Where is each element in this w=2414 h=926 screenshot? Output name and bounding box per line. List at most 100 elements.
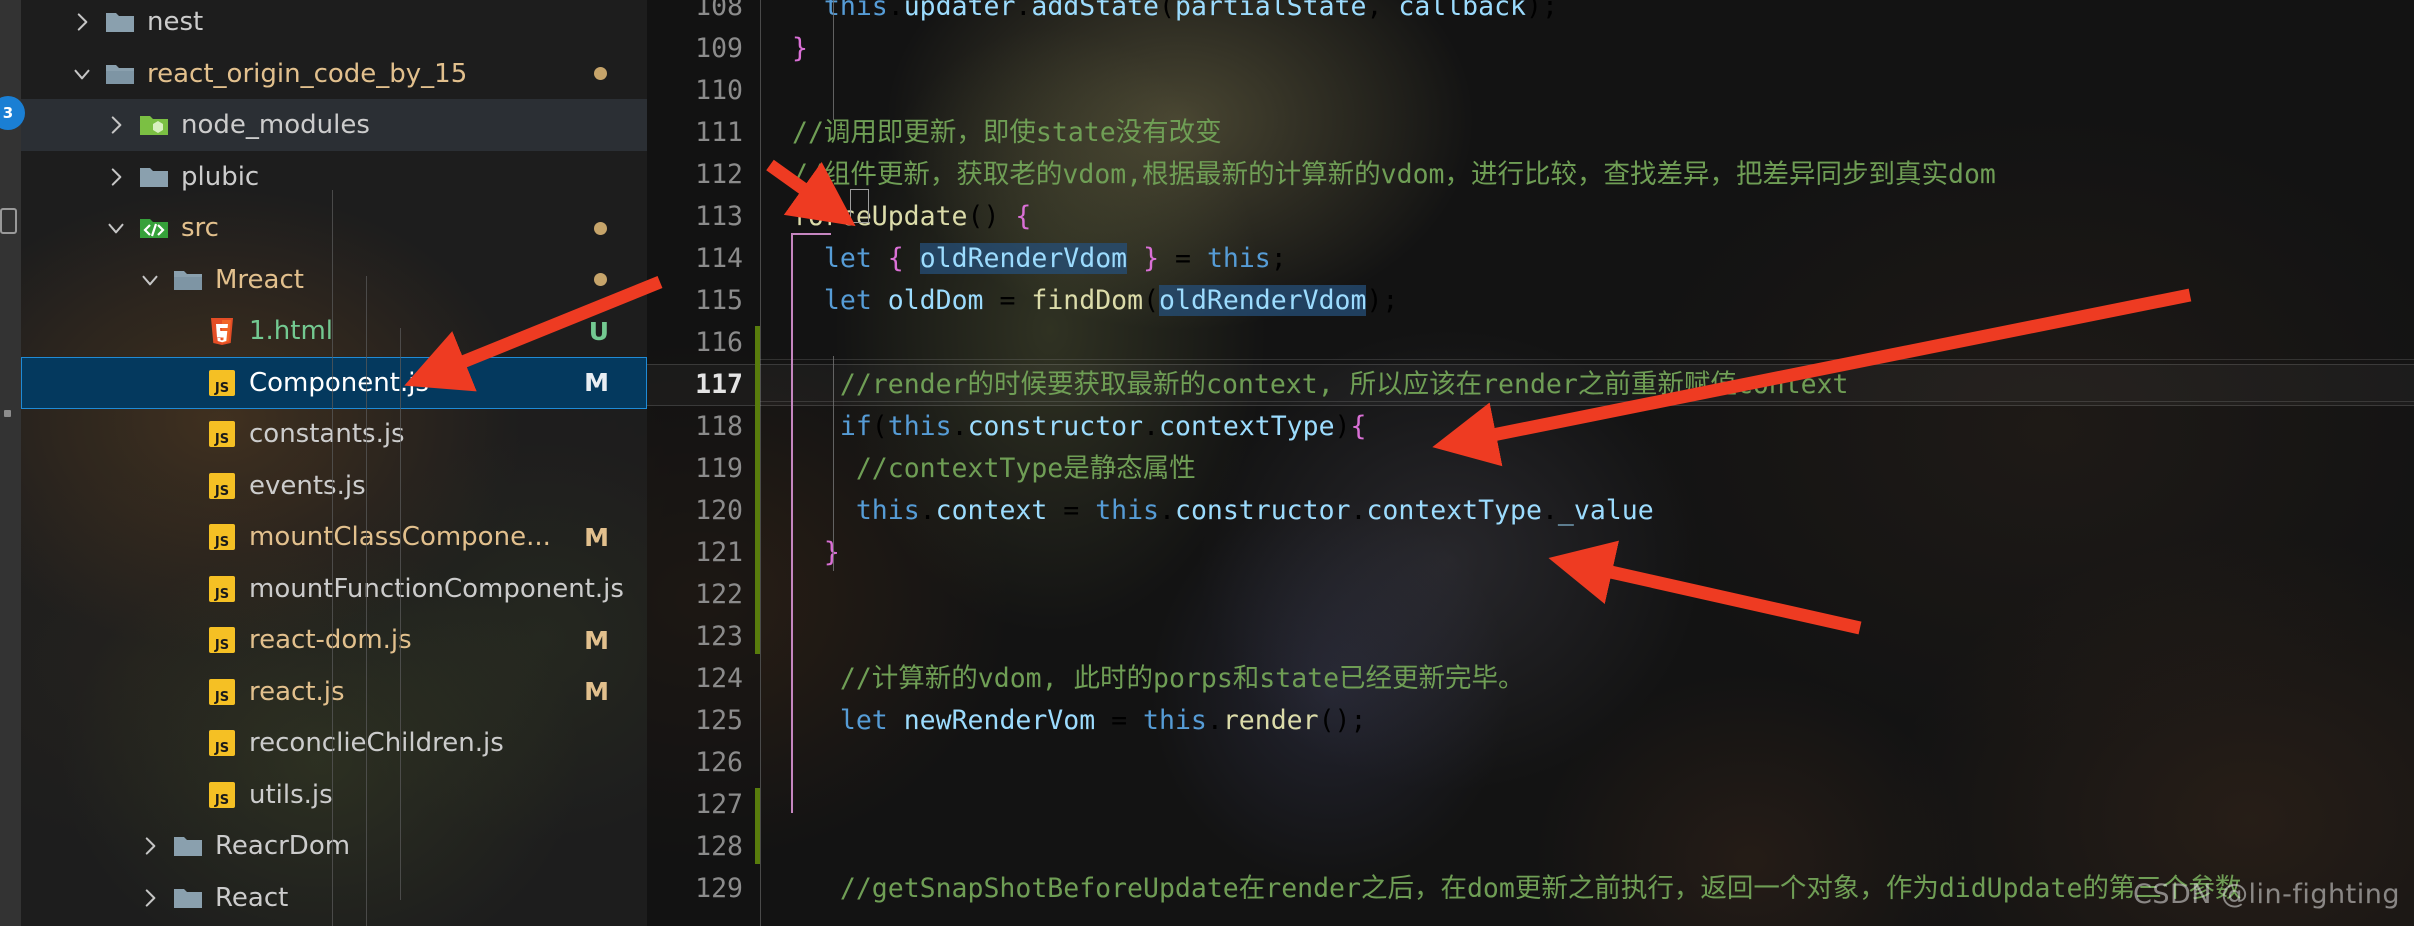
chevron-right-icon[interactable] — [137, 833, 163, 859]
extensions-icon[interactable] — [0, 208, 17, 234]
code-lines[interactable]: 108 this.updater.addState(partialState, … — [647, 0, 2414, 926]
svg-text:JS: JS — [214, 484, 229, 499]
line-number[interactable]: 115 — [647, 280, 743, 322]
file-tree-file[interactable]: JS Component.js M — [21, 356, 647, 409]
code-line[interactable]: 121 } — [647, 532, 2414, 574]
chevron-down-icon[interactable] — [103, 215, 129, 241]
file-tree-file[interactable]: JS reconclieChildren.js — [21, 717, 647, 769]
code-line[interactable]: 128 — [647, 826, 2414, 868]
line-number[interactable]: 111 — [647, 112, 743, 154]
code-line[interactable]: 115 let oldDom = findDom(oldRenderVdom); — [647, 280, 2414, 322]
file-tree-folder[interactable]: Mreact — [21, 254, 647, 306]
code-line[interactable]: 124 //计算新的vdom, 此时的porps和state已经更新完毕。 — [647, 658, 2414, 700]
line-number[interactable]: 114 — [647, 238, 743, 280]
chevron-right-icon[interactable] — [103, 112, 129, 138]
matching-bracket-highlight — [850, 189, 869, 223]
file-tree-folder[interactable]: react_origin_code_by_15 — [21, 48, 647, 100]
code-line[interactable]: 108 this.updater.addState(partialState, … — [647, 0, 2414, 28]
code-line[interactable]: 123 — [647, 616, 2414, 658]
code-line-text: //contextType是静态属性 — [855, 453, 1196, 484]
svg-text:JS: JS — [214, 741, 229, 756]
line-number[interactable]: 110 — [647, 70, 743, 112]
code-line-text: let newRenderVom = this.render(); — [839, 705, 1367, 736]
line-number[interactable]: 119 — [647, 448, 743, 490]
chevron-right-icon[interactable] — [103, 164, 129, 190]
line-number[interactable]: 117 — [647, 364, 743, 406]
file-status-badge: M — [584, 368, 609, 397]
explorer-sidebar[interactable]: nest react_origin_code_by_15 node_modulesp… — [21, 0, 647, 926]
chevron-down-icon[interactable] — [69, 61, 95, 87]
code-line[interactable]: 112 //组件更新，获取老的vdom,根据最新的计算新的vdom，进行比较，查找… — [647, 154, 2414, 196]
code-line[interactable]: 119 //contextType是静态属性 — [647, 448, 2414, 490]
line-number[interactable]: 127 — [647, 784, 743, 826]
activity-bar[interactable]: 3 — [0, 0, 25, 926]
js-icon: JS — [206, 624, 238, 656]
code-editor[interactable]: 108 this.updater.addState(partialState, … — [647, 0, 2414, 926]
file-tree-file[interactable]: JS utils.js — [21, 769, 647, 821]
file-tree-item-label: react_origin_code_by_15 — [147, 58, 468, 89]
line-number[interactable]: 118 — [647, 406, 743, 448]
code-line-text: //render的时候要获取最新的context, 所以应该在render之前重… — [839, 369, 1849, 400]
code-line[interactable]: 120 this.context = this.constructor.cont… — [647, 490, 2414, 532]
tree-indent-guide-2 — [400, 328, 401, 900]
file-tree-item-label: reconclieChildren.js — [249, 728, 504, 758]
chevron-right-icon[interactable] — [137, 885, 163, 911]
svg-text:JS: JS — [214, 432, 229, 447]
code-line[interactable]: 125 let newRenderVom = this.render(); — [647, 700, 2414, 742]
folder-open-icon — [172, 264, 204, 296]
code-line[interactable]: 109} — [647, 28, 2414, 70]
file-tree-folder[interactable]: React — [21, 872, 647, 924]
line-number[interactable]: 112 — [647, 154, 743, 196]
code-line[interactable]: 110 — [647, 70, 2414, 112]
line-number[interactable]: 122 — [647, 574, 743, 616]
line-number[interactable]: 113 — [647, 196, 743, 238]
vscode-window: 3 nest react_origin_code_by_15 node_module… — [0, 0, 2414, 926]
line-number[interactable]: 128 — [647, 826, 743, 868]
watermark-text: CSDN @lin-fighting — [2132, 879, 2400, 910]
file-tree-folder[interactable]: src — [21, 202, 647, 254]
file-tree-file[interactable]: JS events.js — [21, 460, 647, 512]
folder-open-icon — [104, 58, 136, 90]
line-number[interactable]: 129 — [647, 868, 743, 910]
line-number[interactable]: 121 — [647, 532, 743, 574]
code-line-text: //组件更新，获取老的vdom,根据最新的计算新的vdom，进行比较，查找差异，… — [792, 159, 1996, 190]
file-tree-folder[interactable]: nest — [21, 0, 647, 48]
chevron-down-icon[interactable] — [137, 267, 163, 293]
file-tree-file[interactable]: JS mountClassCompone... M — [21, 511, 647, 563]
file-tree-item-label: 1.html — [249, 316, 334, 346]
code-line[interactable]: 122 — [647, 574, 2414, 616]
file-tree-file[interactable]: JS react-dom.js M — [21, 614, 647, 666]
code-line[interactable]: 118 if(this.constructor.contextType){ — [647, 406, 2414, 448]
svg-text:JS: JS — [214, 587, 229, 602]
file-tree-folder[interactable]: plubic — [21, 151, 647, 203]
file-tree[interactable]: nest react_origin_code_by_15 node_modulesp… — [21, 0, 647, 926]
node-modules-icon — [138, 109, 170, 141]
file-tree-file[interactable]: 1.html U — [21, 305, 647, 357]
file-tree-item-label: plubic — [181, 161, 260, 192]
code-line[interactable]: 117 //render的时候要获取最新的context, 所以应该在rende… — [647, 364, 2414, 406]
code-line[interactable]: 116 — [647, 322, 2414, 364]
code-line[interactable]: 126 — [647, 742, 2414, 784]
line-number[interactable]: 108 — [647, 0, 743, 28]
file-tree-file[interactable]: JS constants.js — [21, 408, 647, 460]
line-number[interactable]: 126 — [647, 742, 743, 784]
line-number[interactable]: 120 — [647, 490, 743, 532]
code-line[interactable]: 113 forceUpdate() { — [647, 196, 2414, 238]
code-line[interactable]: 114 let { oldRenderVdom } = this; — [647, 238, 2414, 280]
file-status-badge: M — [584, 625, 609, 655]
file-tree-folder[interactable]: node_modules — [21, 99, 647, 151]
chevron-right-icon[interactable] — [69, 9, 95, 35]
line-number[interactable]: 123 — [647, 616, 743, 658]
code-line[interactable]: 127 — [647, 784, 2414, 826]
line-number[interactable]: 124 — [647, 658, 743, 700]
code-line[interactable]: 111 //调用即更新，即使state没有改变 — [647, 112, 2414, 154]
line-number[interactable]: 116 — [647, 322, 743, 364]
file-tree-file[interactable]: JS react.js M — [21, 666, 647, 718]
line-number[interactable]: 125 — [647, 700, 743, 742]
file-tree-folder[interactable]: ReacrDom — [21, 820, 647, 872]
js-icon: JS — [206, 676, 238, 708]
line-number[interactable]: 109 — [647, 28, 743, 70]
activity-bar-dot-icon[interactable] — [4, 410, 11, 417]
file-tree-file[interactable]: JS mountFunctionComponent.js — [21, 563, 647, 615]
file-tree-item-label: src — [181, 213, 219, 243]
